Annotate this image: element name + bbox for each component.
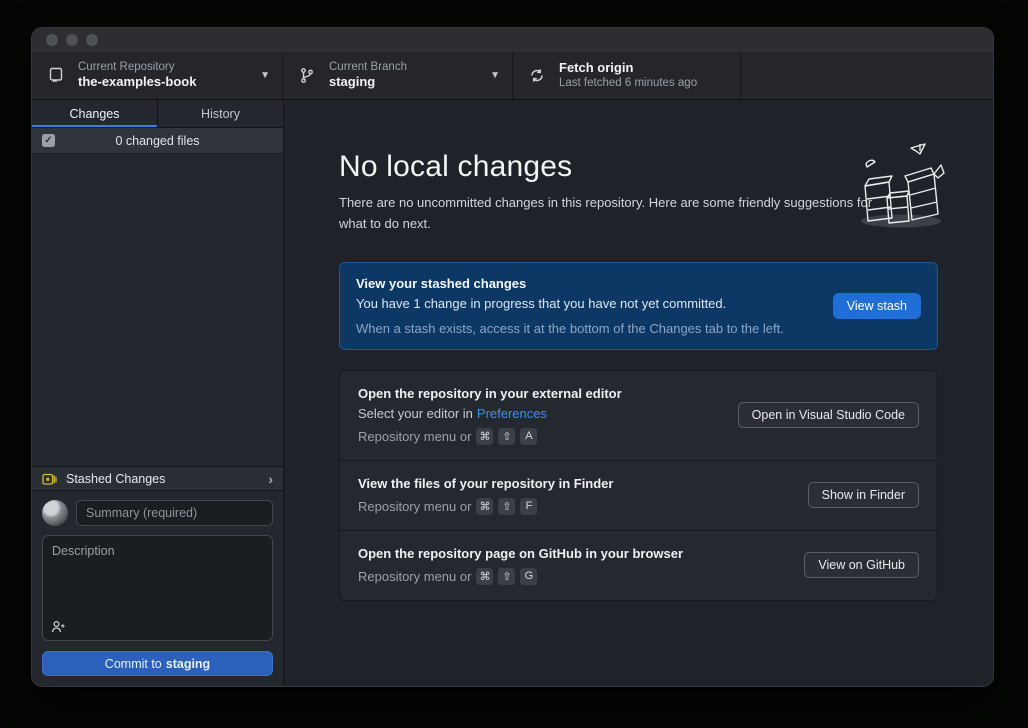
main-content: No local changes There are no uncommitte… [284,100,993,686]
open-in-editor-button[interactable]: Open in Visual Studio Code [738,402,919,428]
sidebar: Changes History ✓ 0 changed files [32,100,284,686]
toolbar-spacer [741,52,993,99]
view-on-github-button[interactable]: View on GitHub [804,552,919,578]
page-subtitle: There are no uncommitted changes in this… [339,193,887,235]
window-titlebar [32,28,993,52]
chevron-down-icon: ▼ [260,70,270,81]
suggestions-list: Open the repository in your external edi… [339,370,938,601]
stashed-changes-row[interactable]: Stashed Changes › [32,466,283,491]
branch-label: Current Branch [329,60,484,74]
tab-changes[interactable]: Changes [32,100,157,127]
tab-history[interactable]: History [157,100,283,127]
changes-file-list [32,154,283,466]
view-stash-button[interactable]: View stash [833,293,921,319]
cmd-key-icon: ⌘ [476,498,493,515]
commit-button[interactable]: Commit to staging [42,651,273,676]
sync-icon [529,67,547,84]
stash-icon [42,472,57,486]
desktop-background: Current Repository the-examples-book ▼ C… [0,0,1028,728]
branch-name: staging [329,74,484,91]
empty-state-illustration-icon [851,142,947,235]
commit-button-prefix: Commit to [105,657,162,671]
fetch-origin-button[interactable]: Fetch origin Last fetched 6 minutes ago [513,52,741,99]
stash-banner-hint: When a stash exists, access it at the bo… [356,321,815,336]
minimize-window-button[interactable] [66,34,78,46]
editor-line-text: Select your editor in [358,406,473,421]
stash-banner-body: You have 1 change in progress that you h… [356,296,815,311]
shortcut-text: Repository menu or [358,499,471,514]
close-window-button[interactable] [46,34,58,46]
show-in-finder-button[interactable]: Show in Finder [808,482,919,508]
changed-files-row: ✓ 0 changed files [32,128,283,154]
github-desktop-window: Current Repository the-examples-book ▼ C… [32,28,993,686]
page-title: No local changes [339,150,938,184]
stashed-changes-label: Stashed Changes [66,472,268,486]
user-avatar [42,500,68,526]
fetch-label: Fetch origin [559,60,728,77]
repository-label: Current Repository [78,60,254,74]
shift-key-icon: ⇧ [498,498,515,515]
git-branch-icon [299,67,317,84]
commit-summary-input[interactable] [76,500,273,526]
sidebar-tabs: Changes History [32,100,283,128]
fetch-status: Last fetched 6 minutes ago [559,76,728,91]
shift-key-icon: ⇧ [498,568,515,585]
commit-form: Commit to staging [32,491,283,686]
current-branch-dropdown[interactable]: Current Branch staging ▼ [283,52,513,99]
repository-name: the-examples-book [78,74,254,91]
app-toolbar: Current Repository the-examples-book ▼ C… [32,52,993,100]
shortcut-text: Repository menu or [358,569,471,584]
shift-key-icon: ⇧ [498,428,515,445]
preferences-link[interactable]: Preferences [477,406,547,421]
suggestion-title: Open the repository page on GitHub in yo… [358,546,786,561]
cmd-key-icon: ⌘ [476,568,493,585]
chevron-down-icon: ▼ [490,70,500,81]
suggestion-title: Open the repository in your external edi… [358,386,720,401]
suggestion-show-finder: View the files of your repository in Fin… [340,460,937,530]
letter-key: G [520,568,537,585]
shortcut-text: Repository menu or [358,429,471,444]
maximize-window-button[interactable] [86,34,98,46]
select-all-checkbox[interactable]: ✓ [42,134,55,147]
suggestion-title: View the files of your repository in Fin… [358,476,790,491]
current-repository-dropdown[interactable]: Current Repository the-examples-book ▼ [32,52,283,99]
commit-button-branch: staging [166,657,210,671]
suggestion-open-editor: Open the repository in your external edi… [340,371,937,460]
changed-files-count: 0 changed files [55,134,260,148]
add-coauthor-icon[interactable] [51,620,66,633]
chevron-right-icon: › [268,472,273,486]
commit-description-box [42,535,273,641]
cmd-key-icon: ⌘ [476,428,493,445]
repo-icon [48,67,66,84]
stash-banner-title: View your stashed changes [356,276,815,291]
suggestion-view-github: Open the repository page on GitHub in yo… [340,530,937,600]
letter-key: A [520,428,537,445]
commit-description-input[interactable] [43,536,272,640]
stash-banner: View your stashed changes You have 1 cha… [339,262,938,350]
letter-key: F [520,498,537,515]
